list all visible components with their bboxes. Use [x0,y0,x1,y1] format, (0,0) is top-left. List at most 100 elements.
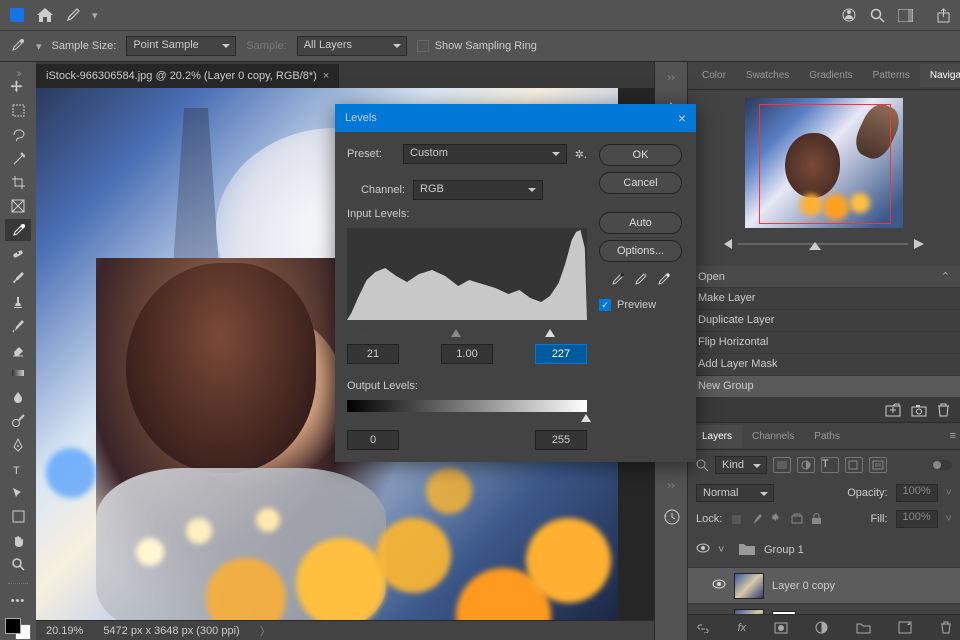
camera-icon[interactable] [911,404,927,417]
input-sliders[interactable] [347,324,587,336]
lock-all-icon[interactable] [811,513,822,525]
new-group-icon[interactable] [856,622,871,634]
trash-icon[interactable] [940,621,952,634]
filter-toggle[interactable] [932,460,952,470]
filter-type-icon[interactable]: T [821,457,839,473]
adjustment-icon[interactable] [815,621,828,634]
dialog-titlebar[interactable]: Levels × [335,104,696,132]
sample-layers-select[interactable]: All Layers [297,36,407,56]
fg-bg-swatch[interactable] [5,618,31,640]
zoom-in-icon[interactable] [914,239,929,249]
options-button[interactable]: Options... [599,240,682,262]
layer-name[interactable]: Group 1 [764,544,804,556]
preset-menu-icon[interactable]: ✲. [575,148,587,161]
lock-position-icon[interactable] [771,513,783,525]
mask-icon[interactable] [774,622,788,634]
crop-tool[interactable] [5,172,31,194]
wand-tool[interactable] [5,148,31,170]
edit-toolbar[interactable]: ••• [5,590,31,612]
filter-shape-icon[interactable] [845,457,863,473]
blur-tool[interactable] [5,386,31,408]
lock-nest-icon[interactable] [791,513,803,525]
layer-row[interactable]: Layer 0 [688,604,960,614]
link-icon[interactable] [696,623,710,633]
pen-tool[interactable] [5,434,31,456]
navigator-zoom-slider[interactable] [719,238,929,250]
ok-button[interactable]: OK [599,144,682,166]
histogram[interactable] [347,228,587,320]
tab-layers[interactable]: Layers [692,425,742,448]
document-tab[interactable]: iStock-966306584.jpg @ 20.2% (Layer 0 co… [36,64,339,88]
navigator-view-box[interactable] [759,104,891,224]
opacity-input[interactable]: 100% [896,484,938,502]
move-tool[interactable] [5,76,31,98]
new-snapshot-icon[interactable] [885,403,901,417]
tab-gradients[interactable]: Gradients [799,64,862,87]
eyedropper-black-icon[interactable] [610,272,625,287]
eyedropper-preset-icon[interactable] [8,37,26,55]
eyedropper-tool[interactable] [5,219,31,241]
lasso-tool[interactable] [5,124,31,146]
layer-name[interactable]: Layer 0 copy [772,580,835,592]
logo-icon[interactable] [8,6,26,24]
type-tool[interactable]: T [5,458,31,480]
eraser-tool[interactable] [5,339,31,361]
gradient-tool[interactable] [5,363,31,385]
input-white[interactable] [535,344,587,364]
brush-tool[interactable] [5,267,31,289]
history-item[interactable]: New Group [688,376,960,398]
input-black[interactable] [347,344,399,364]
filter-adjust-icon[interactable] [797,457,815,473]
eyedropper-white-icon[interactable] [656,272,671,287]
home-icon[interactable] [36,6,54,24]
layer-row[interactable]: Layer 0 copy [688,568,960,604]
history-item[interactable]: Make Layer [688,288,960,310]
history-open[interactable]: Open⌃ [688,266,960,288]
tab-color[interactable]: Color [692,64,736,87]
show-ring-checkbox[interactable] [417,40,429,52]
preview-checkbox[interactable]: ✓Preview [599,299,682,311]
tab-patterns[interactable]: Patterns [863,64,920,87]
preset-select[interactable]: Custom [403,144,567,164]
dodge-tool[interactable] [5,410,31,432]
channel-select[interactable]: RGB [413,180,543,200]
zoom-level[interactable]: 20.19% [46,625,83,637]
doc-dims[interactable]: 5472 px x 3648 px (300 ppi) [103,625,239,637]
lock-pixels-icon[interactable] [730,513,743,526]
frame-tool[interactable] [5,195,31,217]
share-icon[interactable] [934,6,952,24]
filter-search-icon[interactable] [696,459,709,472]
visibility-icon[interactable] [712,579,726,593]
close-icon[interactable]: × [678,110,686,126]
cloud-icon[interactable] [840,6,858,24]
filter-pixel-icon[interactable] [773,457,791,473]
layer-thumbnail[interactable] [734,573,764,599]
close-tab-icon[interactable]: × [323,70,329,82]
history-item[interactable]: Duplicate Layer [688,310,960,332]
path-sel-tool[interactable] [5,482,31,504]
output-gradient[interactable] [347,400,587,412]
visibility-icon[interactable] [696,543,710,557]
heal-tool[interactable] [5,243,31,265]
eyedropper-gray-icon[interactable] [633,272,648,287]
new-layer-icon[interactable] [898,621,912,634]
workspace-icon[interactable] [896,6,914,24]
sample-size-select[interactable]: Point Sample [126,36,236,56]
tab-swatches[interactable]: Swatches [736,64,799,87]
shape-tool[interactable] [5,506,31,528]
group-fold-icon[interactable]: ˅ [718,544,730,556]
history-item[interactable]: Flip Horizontal [688,332,960,354]
lock-brush-icon[interactable] [751,513,763,525]
history-icon[interactable] [657,504,685,528]
hand-tool[interactable] [5,530,31,552]
tab-paths[interactable]: Paths [804,425,850,448]
stamp-tool[interactable] [5,291,31,313]
navigator-thumbnail[interactable] [745,98,903,228]
output-white[interactable] [535,430,587,450]
input-gamma[interactable] [441,344,493,364]
fx-icon[interactable]: fx [738,622,747,634]
zoom-tool[interactable] [5,554,31,576]
tab-channels[interactable]: Channels [742,425,804,448]
output-black[interactable] [347,430,399,450]
filter-smart-icon[interactable] [869,457,887,473]
